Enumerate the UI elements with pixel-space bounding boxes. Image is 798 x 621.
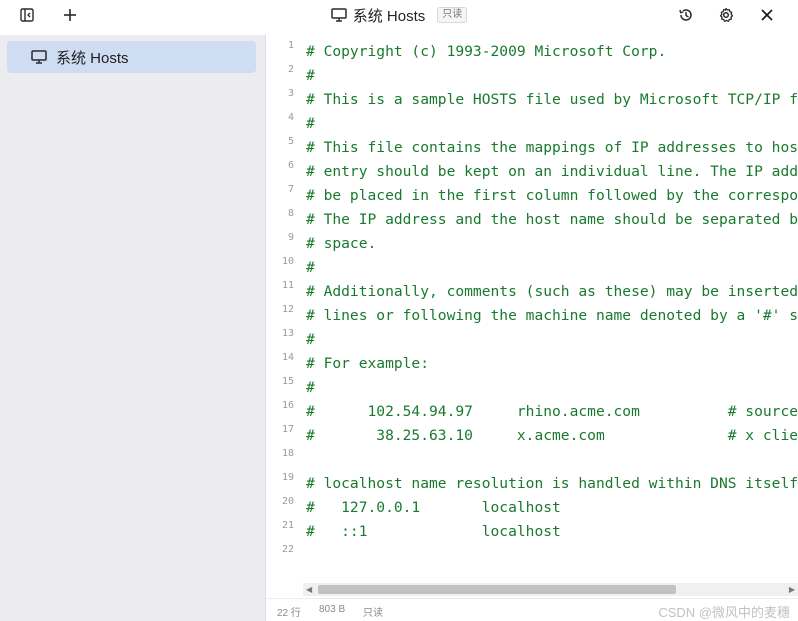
sidebar-toggle-icon: [20, 8, 34, 22]
sidebar: 系统 Hosts: [0, 35, 266, 621]
code-line: 22: [267, 543, 798, 567]
add-button[interactable]: [57, 3, 83, 27]
code-line: 13 #: [267, 327, 798, 351]
code-line: 5 # This file contains the mappings of IP…: [267, 135, 798, 159]
plus-icon: [64, 9, 76, 21]
code-line: 14 # For example:: [267, 351, 798, 375]
code-text: # 127.0.0.1 localhost: [306, 499, 561, 516]
code-text: # ::1 localhost: [306, 523, 561, 540]
close-button[interactable]: [754, 3, 780, 27]
code-line: 8 # The IP address and the host name shou…: [267, 207, 798, 231]
code-line: 6 # entry should be kept on an individual…: [267, 159, 798, 183]
line-number: 22: [281, 544, 294, 555]
code-text: # Copyright (c) 1993-2009 Microsoft Corp…: [306, 43, 667, 60]
line-number: 15: [281, 376, 294, 387]
code-text: #: [306, 115, 315, 132]
monitor-icon: [31, 50, 47, 64]
line-number: 3: [287, 88, 294, 99]
code-line: 3 # This is a sample HOSTS file used by M…: [267, 87, 798, 111]
history-button[interactable]: [673, 3, 699, 27]
line-number: 4: [287, 112, 294, 123]
line-number: 19: [281, 472, 294, 483]
sidebar-item-system-hosts[interactable]: 系统 Hosts: [7, 41, 256, 73]
code-line: 19 # localhost name resolution is handled…: [267, 471, 798, 495]
status-bar: 22 行 803 B 只读 CSDN @微风中的麦穗: [267, 598, 798, 621]
watermark: CSDN @微风中的麦穗: [658, 605, 790, 620]
code-line: 15 #: [267, 375, 798, 399]
line-number: 17: [281, 424, 294, 435]
code-text: # This file contains the mappings of IP …: [306, 139, 798, 156]
line-count: 22 行: [277, 608, 301, 619]
code-text: #: [306, 331, 315, 348]
horizontal-scrollbar[interactable]: ◀ ▶: [303, 583, 798, 596]
line-number: 20: [281, 496, 294, 507]
code-text: # lines or following the machine name de…: [306, 307, 798, 324]
line-number: 21: [281, 520, 294, 531]
code-line: 20 # 127.0.0.1 localhost: [267, 495, 798, 519]
line-number: 1: [287, 40, 294, 51]
code-text: # localhost name resolution is handled w…: [306, 475, 798, 492]
title-bar: 系统 Hosts 只读: [0, 0, 798, 30]
gear-icon: [719, 7, 734, 22]
monitor-icon: [330, 8, 347, 22]
code-text: #: [306, 67, 315, 84]
code-text: #: [306, 259, 315, 276]
code-line: 4 #: [267, 111, 798, 135]
code-line: 10 #: [267, 255, 798, 279]
code-line: 18: [267, 447, 798, 471]
readonly-badge: 只读: [437, 7, 468, 23]
code-text: # The IP address and the host name shoul…: [306, 211, 798, 228]
code-line: 17 # 38.25.63.10 x.acme.com # x clie: [267, 423, 798, 447]
code-line: 16 # 102.54.94.97 rhino.acme.com # source: [267, 399, 798, 423]
code-line: 12 # lines or following the machine name …: [267, 303, 798, 327]
code-text: # 102.54.94.97 rhino.acme.com # source: [306, 403, 798, 420]
settings-button[interactable]: [713, 3, 739, 27]
mode-indicator: 只读: [363, 608, 383, 619]
code-text: # entry should be kept on an individual …: [306, 163, 798, 180]
line-number: 9: [287, 232, 294, 243]
code-text: # This is a sample HOSTS file used by Mi…: [306, 91, 798, 108]
file-size: 803 B: [319, 604, 346, 615]
code-line: 9 # space.: [267, 231, 798, 255]
code-text: #: [306, 379, 315, 396]
sidebar-item-label: 系统 Hosts: [56, 49, 129, 67]
line-number: 11: [281, 280, 294, 291]
line-number: 13: [281, 328, 294, 339]
code-text: # space.: [306, 235, 377, 252]
scroll-left-arrow-icon[interactable]: ◀: [306, 585, 312, 594]
line-number: 10: [281, 256, 294, 267]
line-number: 2: [287, 64, 294, 75]
line-number: 6: [287, 160, 294, 171]
close-icon: [761, 9, 773, 21]
code-line: 21 # ::1 localhost: [267, 519, 798, 543]
scrollbar-thumb[interactable]: [318, 585, 676, 594]
window-title: 系统 Hosts: [352, 7, 426, 25]
code-line: 1 # Copyright (c) 1993-2009 Microsoft Cor…: [267, 39, 798, 63]
line-number: 8: [287, 208, 294, 219]
scroll-right-arrow-icon[interactable]: ▶: [789, 585, 795, 594]
code-text: # For example:: [306, 355, 430, 372]
code-text: # be placed in the first column followed…: [306, 187, 798, 204]
line-number: 12: [281, 304, 294, 315]
line-number: 18: [281, 448, 294, 459]
line-number: 7: [287, 184, 294, 195]
code-line: 11 # Additionally, comments (such as thes…: [267, 279, 798, 303]
line-number: 14: [281, 352, 294, 363]
line-number: 16: [281, 400, 294, 411]
toggle-sidebar-button[interactable]: [14, 3, 40, 27]
history-icon: [679, 9, 692, 21]
code-line: 7 # be placed in the first column followe…: [267, 183, 798, 207]
code-text: # 38.25.63.10 x.acme.com # x clie: [306, 427, 798, 444]
line-number: 5: [287, 136, 294, 147]
code-line: 2 #: [267, 63, 798, 87]
hosts-editor[interactable]: 1 # Copyright (c) 1993-2009 Microsoft Cor…: [267, 35, 798, 596]
code-text: # Additionally, comments (such as these)…: [306, 283, 798, 300]
